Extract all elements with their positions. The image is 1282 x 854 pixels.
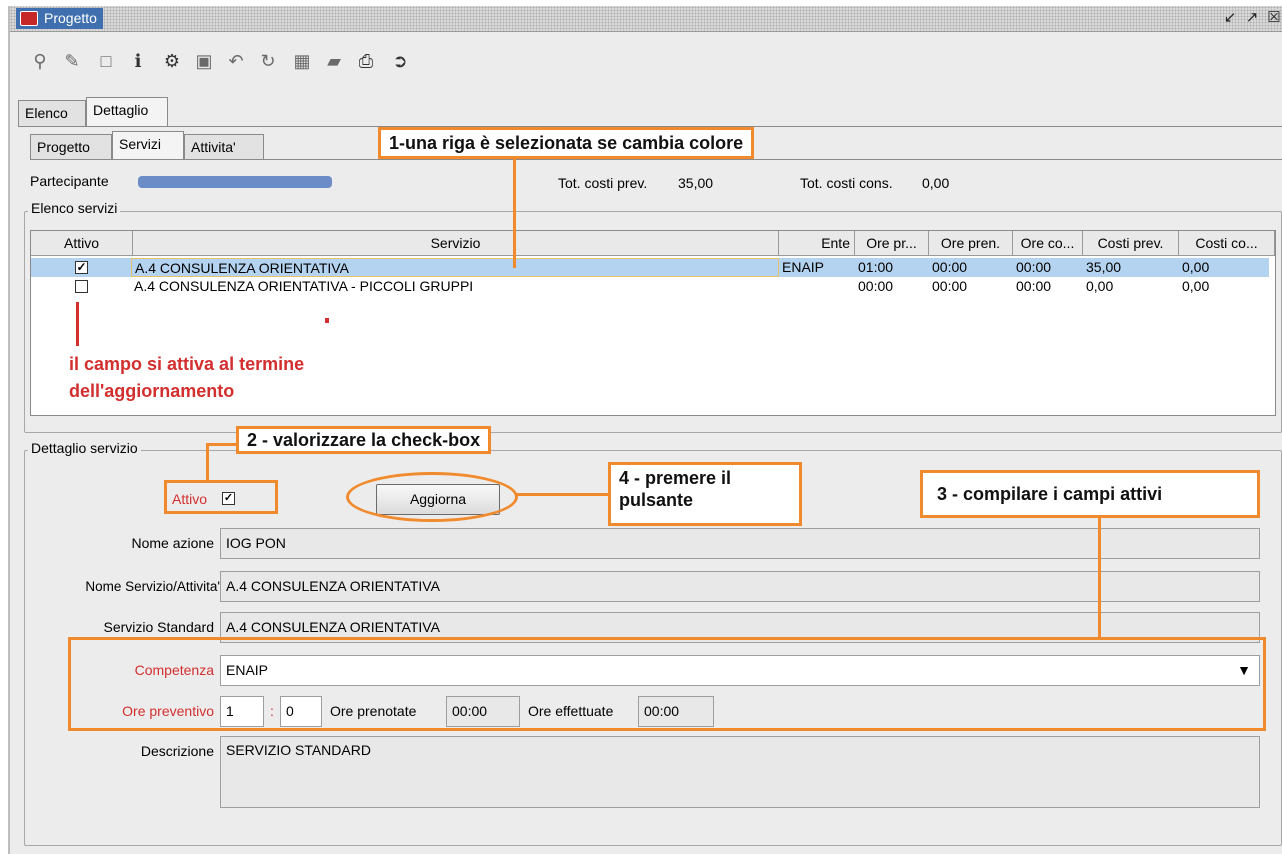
- folder-icon[interactable]: ▰: [322, 49, 346, 73]
- edit-icon[interactable]: ✎: [60, 49, 84, 73]
- nome-azione-field: IOG PON: [220, 528, 1260, 559]
- annotation-4-line2: pulsante: [619, 490, 694, 510]
- annotation-4-pointer: [516, 493, 610, 496]
- grid-icon[interactable]: ▦: [290, 49, 314, 73]
- annotation-1-pointer: [513, 156, 516, 268]
- red-marker-dot: [325, 318, 329, 323]
- annotation-4-callout: 4 - premere il pulsante: [608, 462, 802, 526]
- tot-cons-value: 0,00: [922, 175, 950, 191]
- app-icon: [20, 11, 38, 26]
- row1-attivo-checkbox[interactable]: ✓: [75, 261, 88, 274]
- row1-ore-prev: 01:00: [858, 259, 894, 275]
- configure-icon[interactable]: ⚙: [160, 49, 184, 73]
- toolbar: ⚲ ✎ □ ℹ ⚙ ▣ ↶ ↻ ▦ ▰ ⎙ ➲: [10, 33, 1282, 89]
- tab-attivita-label: Attivita': [191, 139, 236, 155]
- descrizione-label: Descrizione: [140, 743, 214, 759]
- row1-ore-cons: 00:00: [1016, 259, 1052, 275]
- annotation-2-pointer-h: [206, 443, 238, 446]
- annotation-3-callout: 3 - compilare i campi attivi: [920, 470, 1260, 518]
- descrizione-textarea: SERVIZIO STANDARD: [220, 736, 1260, 808]
- col-header-ore-prev[interactable]: Ore pr...: [855, 231, 929, 256]
- partecipante-redacted: [138, 176, 332, 188]
- print-icon[interactable]: ⎙: [354, 49, 378, 73]
- tab-progetto-label: Progetto: [37, 139, 90, 155]
- refresh-icon[interactable]: ↻: [256, 49, 280, 73]
- col-header-costi-prev[interactable]: Costi prev.: [1083, 231, 1179, 256]
- tab-servizi-label: Servizi: [119, 136, 162, 152]
- row1-ente: ENAIP: [782, 259, 825, 275]
- restore-icon[interactable]: ↙: [1220, 9, 1240, 27]
- info-icon[interactable]: ℹ: [126, 49, 150, 73]
- row2-ore-cons: 00:00: [1016, 278, 1052, 294]
- annotation-2-callout: 2 - valorizzare la check-box: [236, 426, 492, 454]
- red-note-line2: dell'aggiornamento: [69, 381, 235, 401]
- nome-servizio-label: Nome Servizio/Attivita': [85, 579, 220, 594]
- title-bar: Progetto ↙ ↗ ☒: [10, 6, 1282, 32]
- window-title: Progetto: [44, 10, 97, 26]
- undo-icon[interactable]: ↶: [224, 49, 248, 73]
- annotation-3-highlight-box: [68, 637, 1266, 731]
- save-icon[interactable]: ▣: [192, 49, 216, 73]
- tot-prev-label: Tot. costi prev.: [558, 175, 648, 191]
- elenco-servizi-title: Elenco servizi: [28, 200, 121, 216]
- dettaglio-servizio-title: Dettaglio servizio: [28, 440, 141, 456]
- row2-costi-prev: 0,00: [1086, 278, 1114, 294]
- col-header-attivo[interactable]: Attivo: [31, 231, 133, 256]
- tab-progetto[interactable]: Progetto: [30, 134, 112, 159]
- close-icon[interactable]: ☒: [1264, 9, 1282, 27]
- row1-servizio: A.4 CONSULENZA ORIENTATIVA: [131, 258, 779, 277]
- row2-ore-prev: 00:00: [858, 278, 894, 294]
- new-document-icon[interactable]: □: [94, 49, 118, 73]
- tab-dettaglio[interactable]: Dettaglio: [86, 97, 168, 126]
- row2-servizio: A.4 CONSULENZA ORIENTATIVA - PICCOLI GRU…: [134, 278, 474, 294]
- row2-ore-pren: 00:00: [932, 278, 968, 294]
- annotation-4-oval: [346, 472, 518, 522]
- annotation-2-highlight-box: [164, 480, 278, 514]
- tab-attivita[interactable]: Attivita': [184, 134, 264, 159]
- col-header-ore-pren[interactable]: Ore pren.: [929, 231, 1013, 256]
- row1-costi-cons: 0,00: [1182, 259, 1210, 275]
- tab-elenco[interactable]: Elenco: [18, 100, 86, 126]
- exit-icon[interactable]: ➲: [388, 49, 412, 73]
- tab-elenco-label: Elenco: [25, 105, 68, 121]
- nome-azione-label: Nome azione: [131, 535, 215, 551]
- partecipante-label: Partecipante: [30, 173, 109, 189]
- col-header-ente[interactable]: Ente: [779, 231, 855, 256]
- annotation-3-pointer: [1098, 518, 1101, 638]
- maximize-icon[interactable]: ↗: [1242, 9, 1262, 27]
- row2-attivo-checkbox: [75, 280, 88, 293]
- red-note-line1: il campo si attiva al termine: [69, 354, 305, 374]
- tab-dettaglio-label: Dettaglio: [93, 102, 149, 118]
- nome-servizio-field: A.4 CONSULENZA ORIENTATIVA: [220, 571, 1260, 602]
- row2-costi-cons: 0,00: [1182, 278, 1210, 294]
- annotation-2-pointer-v: [206, 443, 209, 481]
- tab-servizi[interactable]: Servizi: [112, 131, 184, 159]
- red-marker-line: [76, 302, 79, 346]
- row1-costi-prev: 35,00: [1086, 259, 1122, 275]
- col-header-ore-cons[interactable]: Ore co...: [1013, 231, 1083, 256]
- annotation-1-callout: 1-una riga è selezionata se cambia color…: [378, 127, 755, 159]
- search-icon[interactable]: ⚲: [28, 49, 52, 73]
- col-header-costi-cons[interactable]: Costi co...: [1179, 231, 1275, 256]
- row2-ente: [779, 277, 855, 296]
- table-row-selected[interactable]: ✓ A.4 CONSULENZA ORIENTATIVA ENAIP 01:00…: [31, 258, 1269, 277]
- window-title-label: Progetto: [16, 8, 103, 29]
- annotation-4-line1: 4 - premere il: [619, 468, 732, 488]
- table-row[interactable]: A.4 CONSULENZA ORIENTATIVA - PICCOLI GRU…: [31, 277, 1269, 296]
- tot-prev-value: 35,00: [678, 175, 714, 191]
- tot-cons-label: Tot. costi cons.: [800, 175, 893, 191]
- col-header-servizio[interactable]: Servizio: [133, 231, 779, 256]
- row1-ore-pren: 00:00: [932, 259, 968, 275]
